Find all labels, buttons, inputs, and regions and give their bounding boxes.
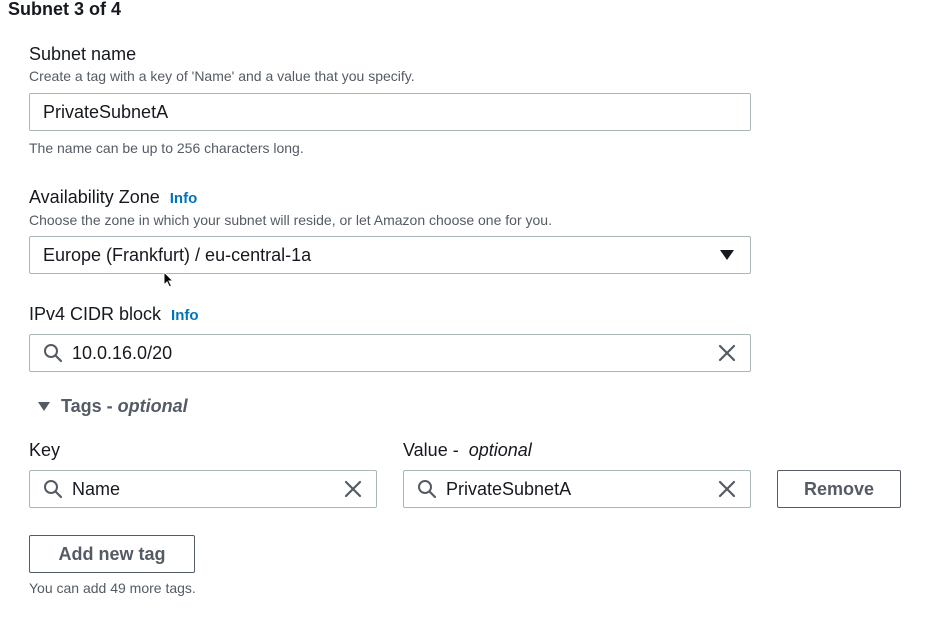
caret-down-icon — [720, 250, 734, 260]
subnet-name-hint: The name can be up to 256 characters lon… — [29, 140, 304, 156]
triangle-expanded-icon — [38, 402, 50, 411]
availability-zone-header: Availability Zone Info — [29, 187, 197, 208]
clear-icon[interactable] — [717, 479, 737, 499]
subnet-name-description: Create a tag with a key of 'Name' and a … — [29, 68, 415, 84]
tag-value-value: PrivateSubnetA — [446, 478, 572, 499]
availability-zone-select[interactable]: Europe (Frankfurt) / eu-central-1a — [29, 236, 751, 274]
tag-value-label-text: Value - — [403, 440, 464, 460]
cidr-info-link[interactable]: Info — [171, 307, 199, 324]
availability-zone-info-link[interactable]: Info — [170, 190, 198, 207]
tags-limit-hint: You can add 49 more tags. — [29, 580, 196, 596]
availability-zone-label: Availability Zone — [29, 187, 160, 207]
tag-key-value: Name — [72, 478, 121, 499]
tag-key-label: Key — [29, 440, 61, 460]
cidr-label: IPv4 CIDR block — [29, 304, 162, 324]
cidr-input[interactable]: 10.0.16.0/20 — [29, 334, 751, 372]
tag-value-input[interactable]: PrivateSubnetA — [403, 470, 751, 508]
availability-zone-description: Choose the zone in which your subnet wil… — [29, 212, 552, 228]
tags-toggle-optional: optional — [117, 396, 188, 416]
subnet-name-input[interactable]: PrivateSubnetA — [29, 93, 751, 131]
subnet-name-label: Subnet name — [29, 44, 137, 64]
tag-value-label: Value - optional — [403, 440, 532, 461]
cidr-value: 10.0.16.0/20 — [72, 342, 173, 363]
clear-icon[interactable] — [717, 343, 737, 363]
availability-zone-selected: Europe (Frankfurt) / eu-central-1a — [43, 244, 312, 265]
mouse-cursor-icon — [163, 271, 174, 288]
tags-toggle-label: Tags - — [61, 396, 113, 416]
cidr-header: IPv4 CIDR block Info — [29, 304, 199, 325]
search-icon — [418, 480, 437, 499]
section-title: Subnet 3 of 4 — [8, 0, 122, 19]
subnet-name-value: PrivateSubnetA — [43, 101, 169, 122]
tags-toggle[interactable]: Tags - optional — [38, 396, 188, 417]
remove-tag-button[interactable]: Remove — [777, 470, 901, 508]
clear-icon[interactable] — [343, 479, 363, 499]
search-icon — [44, 480, 63, 499]
tag-key-input[interactable]: Name — [29, 470, 377, 508]
add-new-tag-button[interactable]: Add new tag — [29, 535, 195, 573]
search-icon — [44, 344, 63, 363]
tag-value-optional: optional — [468, 440, 532, 460]
